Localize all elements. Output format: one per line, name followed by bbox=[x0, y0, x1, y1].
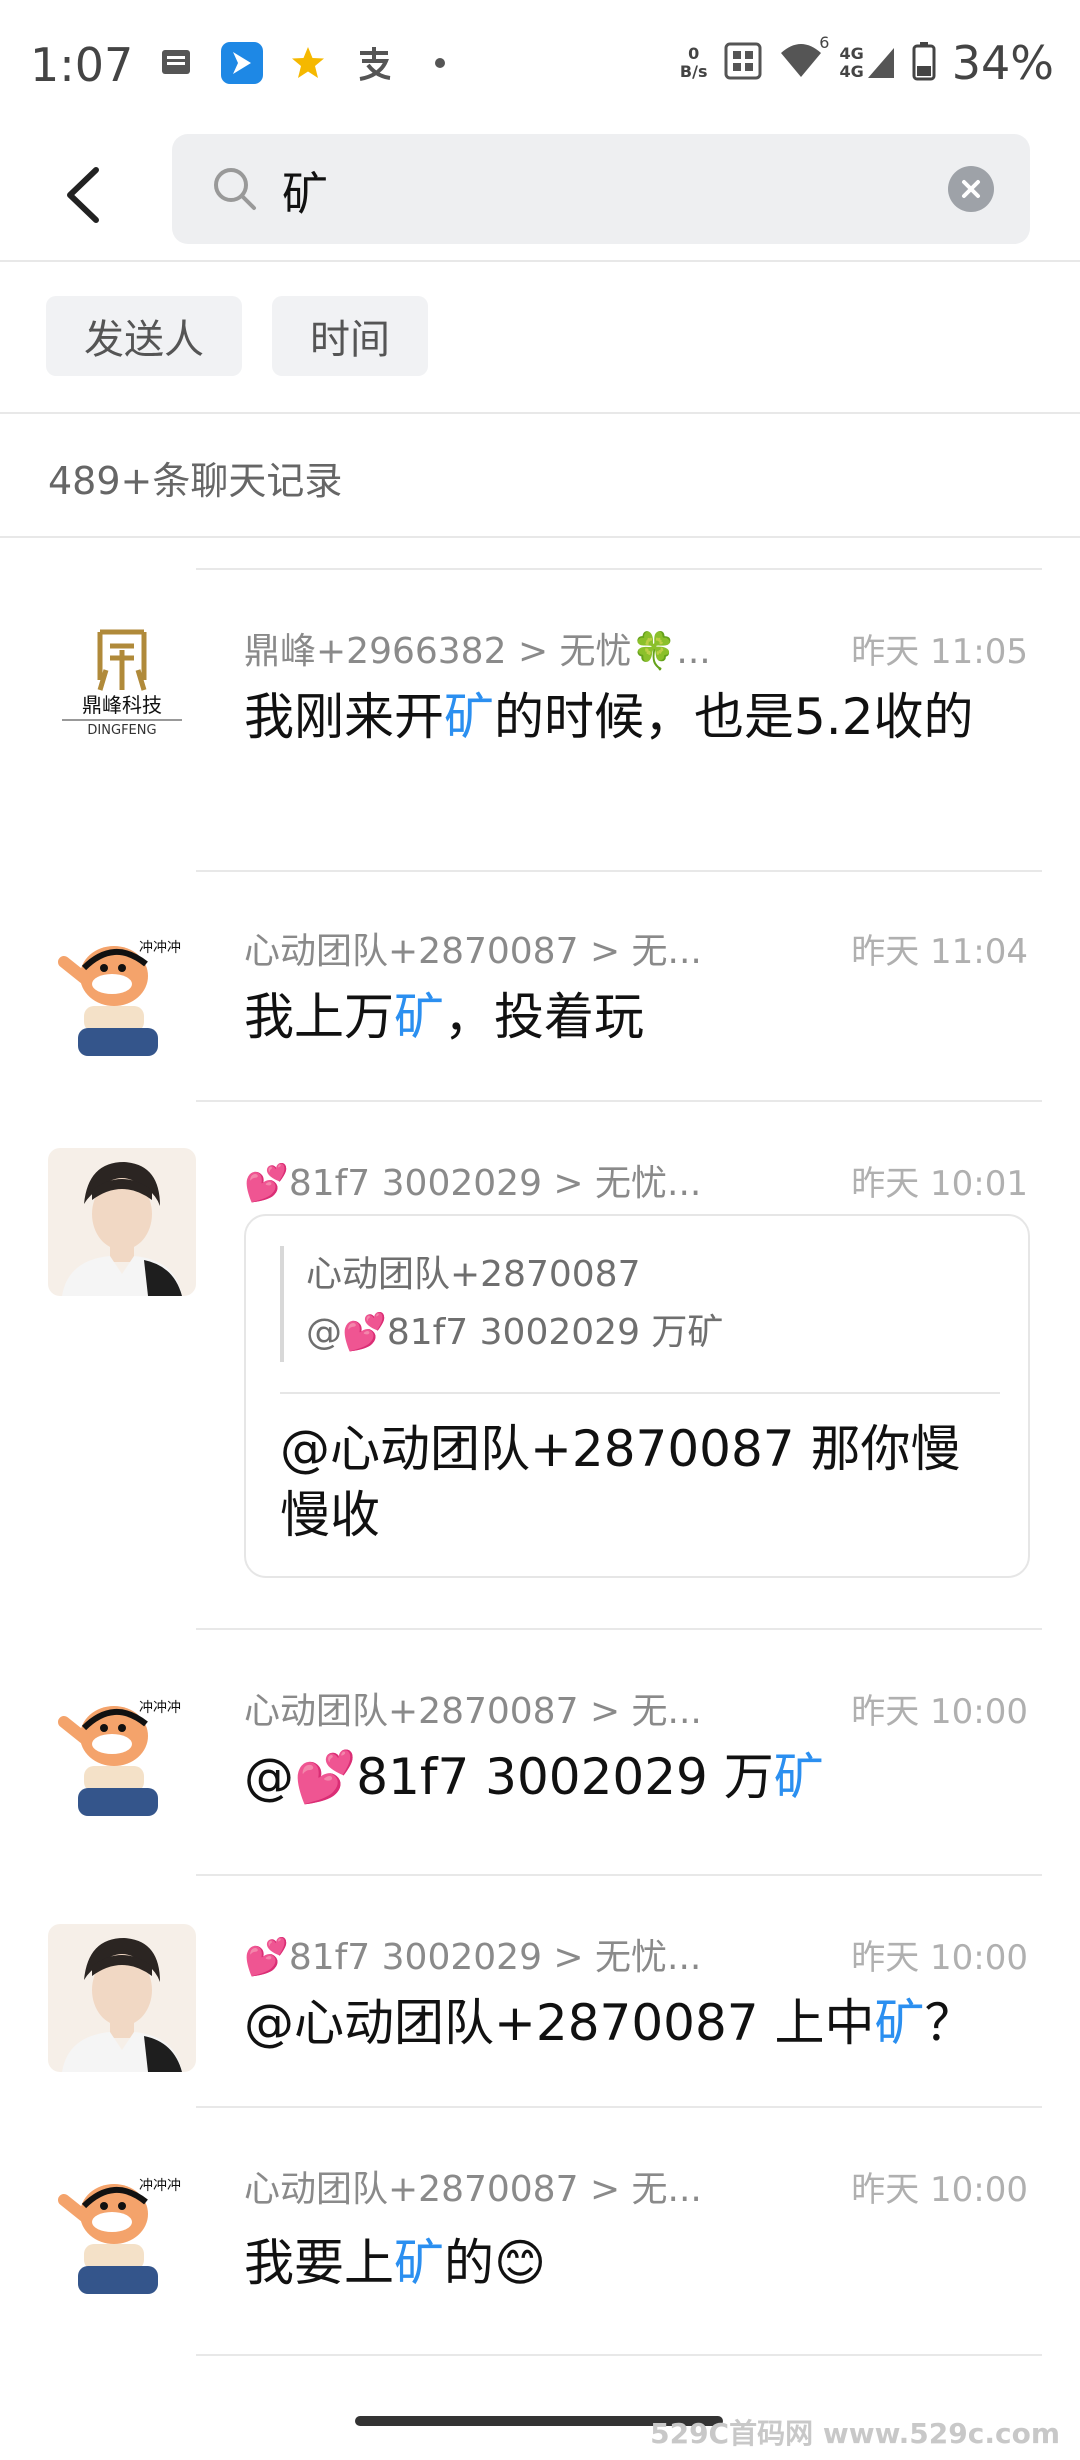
reply-text: @心动团队+2870087 那你慢慢收 bbox=[280, 1420, 961, 1544]
network-speed: 0 B/s bbox=[679, 44, 708, 81]
divider bbox=[196, 2354, 1042, 2356]
message-time: 昨天 11:04 bbox=[851, 932, 1028, 972]
battery-percent: 34% bbox=[951, 36, 1054, 90]
message-text: 我要上矿的😊 bbox=[244, 2234, 547, 2292]
chevron-left-icon bbox=[67, 167, 99, 223]
svg-text:冲冲冲: 冲冲冲 bbox=[139, 1700, 181, 1716]
watermark: 529C首码网 www.529c.com bbox=[650, 2417, 1060, 2450]
message-time: 昨天 10:01 bbox=[851, 1164, 1028, 1204]
message-text: 我刚来开矿的时候，也是5.2收的 bbox=[244, 688, 974, 746]
divider bbox=[0, 536, 1080, 538]
divider bbox=[196, 1874, 1042, 1876]
message-sender: 鼎峰+2966382 > 无忧🍀... bbox=[244, 631, 711, 672]
divider bbox=[280, 1392, 1000, 1394]
message-time: 昨天 11:05 bbox=[851, 632, 1028, 672]
quote-card[interactable]: 心动团队+2870087 @💕81f7 3002029 万矿 @心动团队+287… bbox=[244, 1214, 1030, 1578]
search-input[interactable]: 矿 bbox=[172, 134, 1030, 244]
list-item[interactable]: 冲冲冲 心动团队+2870087 > 无... 昨天 10:00 @💕81f7 … bbox=[0, 1660, 1080, 1870]
list-item[interactable]: 💕81f7 3002029 > 无忧... 昨天 10:00 @心动团队+287… bbox=[0, 1906, 1080, 2106]
quote-author: 心动团队+2870087 bbox=[306, 1254, 641, 1295]
list-item[interactable]: 冲冲冲 心动团队+2870087 > 无... 昨天 10:00 我要上矿的😊 bbox=[0, 2138, 1080, 2348]
divider bbox=[196, 568, 1042, 570]
back-button[interactable] bbox=[52, 160, 122, 230]
list-item[interactable]: 鼎峰科技 DINGFENG 鼎峰+2966382 > 无忧🍀... 昨天 11:… bbox=[0, 600, 1080, 870]
avatar: 冲冲冲 bbox=[48, 2156, 196, 2304]
avatar: 冲冲冲 bbox=[48, 918, 196, 1066]
divider bbox=[0, 260, 1080, 262]
divider bbox=[196, 1628, 1042, 1630]
message-sender: 💕81f7 3002029 > 无忧... bbox=[244, 1937, 702, 1978]
clear-icon[interactable] bbox=[948, 166, 994, 212]
message-time: 昨天 10:00 bbox=[851, 1692, 1028, 1732]
notification-icons bbox=[155, 42, 461, 84]
battery-icon bbox=[912, 41, 936, 85]
list-item[interactable]: 💕81f7 3002029 > 无忧... 昨天 10:01 心动团队+2870… bbox=[0, 1132, 1080, 1622]
message-time: 昨天 10:00 bbox=[851, 2170, 1028, 2210]
message-text: @心动团队+2870087 上中矿？ bbox=[244, 1994, 975, 2052]
list-item[interactable]: 冲冲冲 心动团队+2870087 > 无... 昨天 11:04 我上万矿，投着… bbox=[0, 900, 1080, 1100]
sim-icon bbox=[723, 41, 763, 85]
message-sender: 心动团队+2870087 > 无... bbox=[244, 1691, 702, 1732]
record-count: 489+条聊天记录 bbox=[48, 459, 343, 503]
avatar bbox=[48, 1924, 196, 2072]
status-time: 1:07 bbox=[30, 38, 134, 92]
wifi-icon: 6 bbox=[779, 33, 829, 85]
search-query[interactable]: 矿 bbox=[282, 158, 328, 224]
avatar bbox=[48, 1148, 196, 1296]
filter-time-button[interactable]: 时间 bbox=[272, 296, 428, 376]
feishu-app-icon bbox=[221, 42, 263, 84]
message-sender: 心动团队+2870087 > 无... bbox=[244, 2169, 702, 2210]
cellular-signal-icon: 4G 4G bbox=[839, 45, 895, 81]
divider bbox=[196, 1100, 1042, 1102]
svg-text:冲冲冲: 冲冲冲 bbox=[139, 940, 181, 956]
divider bbox=[196, 2106, 1042, 2108]
message-time: 昨天 10:00 bbox=[851, 1938, 1028, 1978]
message-text: 我上万矿，投着玩 bbox=[244, 988, 644, 1046]
avatar: 冲冲冲 bbox=[48, 1678, 196, 1826]
message-sender: 心动团队+2870087 > 无... bbox=[244, 931, 702, 972]
svg-text:鼎峰科技: 鼎峰科技 bbox=[82, 693, 162, 717]
divider bbox=[196, 870, 1042, 872]
message-sender: 💕81f7 3002029 > 无忧... bbox=[244, 1163, 702, 1204]
message-icon bbox=[155, 42, 197, 84]
quote-text: @💕81f7 3002029 万矿 bbox=[306, 1312, 724, 1353]
quoted-message: 心动团队+2870087 @💕81f7 3002029 万矿 bbox=[280, 1246, 980, 1362]
alipay-icon bbox=[353, 42, 395, 84]
divider bbox=[0, 412, 1080, 414]
search-icon bbox=[214, 168, 256, 210]
svg-text:DINGFENG: DINGFENG bbox=[87, 723, 156, 738]
more-dot-icon bbox=[419, 42, 461, 84]
svg-text:冲冲冲: 冲冲冲 bbox=[139, 2178, 181, 2194]
filter-sender-button[interactable]: 发送人 bbox=[46, 296, 242, 376]
avatar: 鼎峰科技 DINGFENG bbox=[48, 610, 196, 758]
message-text: @💕81f7 3002029 万矿 bbox=[244, 1748, 824, 1806]
search-header: 矿 bbox=[0, 130, 1080, 260]
status-bar: 1:07 0 B/s 6 4G 4G 34% bbox=[0, 0, 1080, 130]
star-app-icon bbox=[287, 42, 329, 84]
